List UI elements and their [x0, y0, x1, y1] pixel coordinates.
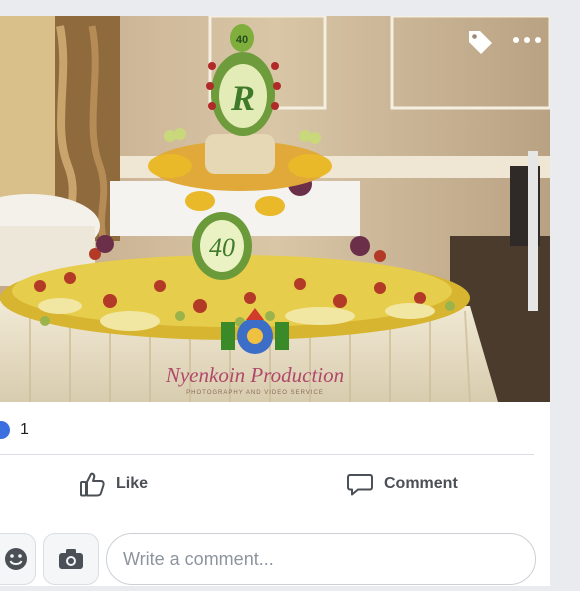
thumbs-up-icon — [80, 472, 105, 497]
divider — [0, 454, 534, 455]
post-photo[interactable]: 40 R 40 Nyenkoin Production PHOTOGRAPHY … — [0, 16, 550, 402]
comment-composer — [0, 531, 550, 591]
like-reaction-icon — [0, 421, 10, 439]
emoji-icon — [5, 548, 27, 570]
tag-icon[interactable] — [466, 28, 494, 56]
watermark-title: Nyenkoin Production — [165, 363, 344, 387]
comment-label: Comment — [384, 475, 458, 492]
svg-text:40: 40 — [236, 34, 248, 46]
comment-input[interactable] — [106, 533, 536, 585]
post-actions: Like Comment — [0, 463, 550, 505]
comment-button[interactable]: Comment — [346, 463, 458, 505]
camera-icon — [59, 549, 83, 569]
post-card: 40 R 40 Nyenkoin Production PHOTOGRAPHY … — [0, 16, 550, 586]
top-feed-strip — [0, 0, 550, 16]
fruit-display-image: 40 R 40 Nyenkoin Production PHOTOGRAPHY … — [0, 16, 550, 402]
comment-bubble-icon — [347, 474, 373, 496]
watermark-subtitle: PHOTOGRAPHY AND VIDEO SERVICE — [186, 390, 324, 396]
svg-text:R: R — [230, 78, 255, 118]
like-label: Like — [116, 475, 149, 492]
like-button[interactable]: Like — [78, 463, 148, 505]
reaction-summary[interactable]: 1 — [0, 418, 29, 442]
camera-button[interactable] — [43, 533, 99, 585]
more-options-icon[interactable] — [512, 34, 542, 46]
reaction-count: 1 — [20, 421, 29, 438]
svg-text:40: 40 — [209, 233, 235, 262]
right-gutter — [550, 0, 580, 580]
emoji-button[interactable] — [0, 533, 36, 585]
